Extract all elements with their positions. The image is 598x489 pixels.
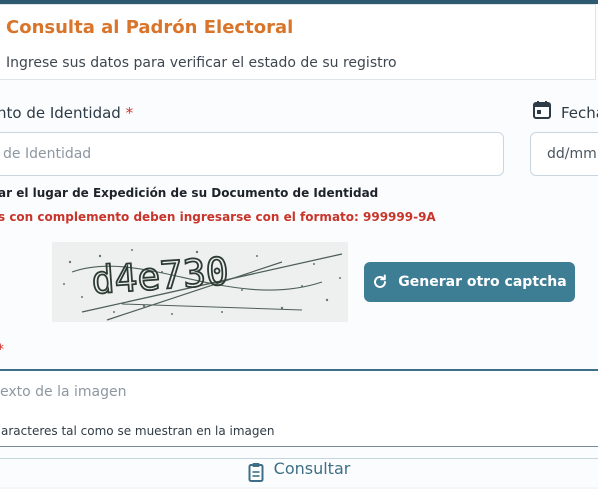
id-label-text: nto de Identidad	[0, 104, 121, 122]
page-subtitle: Ingrese sus datos para verificar el esta…	[6, 55, 397, 71]
id-field-label: nto de Identidad *	[0, 104, 133, 122]
refresh-icon	[374, 274, 387, 288]
header-card: Consulta al Padrón Electoral Ingrese sus…	[0, 4, 596, 80]
expedition-note: ar el lugar de Expedición de su Document…	[0, 186, 379, 200]
captcha-input[interactable]: exto de la imagen	[0, 369, 598, 415]
date-field-label: Fecha	[561, 104, 598, 122]
id-input[interactable]: de Identidad	[0, 132, 504, 176]
regenerate-captcha-button[interactable]: Generar otro captcha	[364, 262, 575, 302]
calendar-icon	[533, 101, 551, 119]
submit-label: Consultar	[273, 459, 351, 478]
id-input-placeholder: de Identidad	[3, 146, 92, 162]
captcha-image: d4e730	[52, 242, 348, 322]
captcha-required-mark: *	[0, 342, 4, 358]
date-input-placeholder: dd/mm	[547, 146, 597, 162]
submit-button[interactable]: Consultar	[0, 459, 598, 489]
captcha-help-box: aracteres tal como se muestran en la ima…	[0, 413, 598, 447]
page-title: Consulta al Padrón Electoral	[6, 17, 294, 38]
date-input[interactable]: dd/mm	[530, 132, 598, 176]
captcha-input-placeholder: exto de la imagen	[0, 384, 127, 400]
complement-format-note: s con complemento deben ingresarse con e…	[0, 210, 436, 224]
id-required-mark: *	[125, 104, 134, 122]
regenerate-captcha-label: Generar otro captcha	[398, 274, 567, 290]
captcha-help-text: aracteres tal como se muestran en la ima…	[1, 424, 275, 438]
clipboard-icon	[248, 463, 264, 482]
